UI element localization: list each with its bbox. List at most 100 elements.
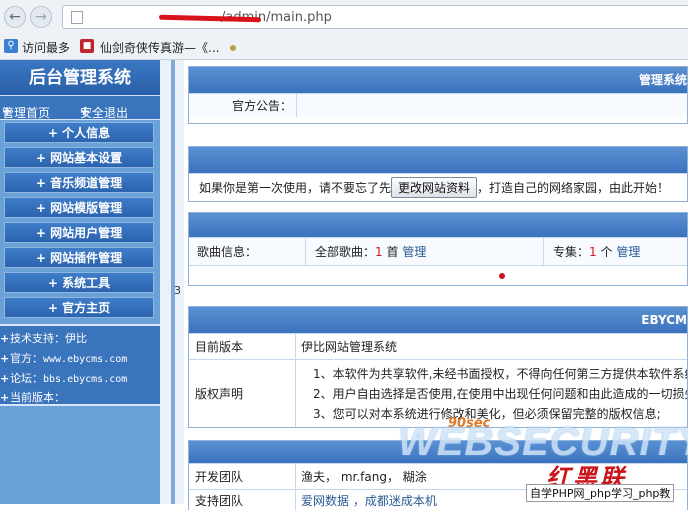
support-row: 支持团队 爱网数据 ，成都迷成本机: [189, 489, 687, 511]
plus-icon: +: [35, 226, 46, 240]
sidebar-item-profile[interactable]: + 个人信息: [4, 122, 154, 143]
bookmark-site-icon: ■: [80, 39, 94, 53]
panel-team: 开发团队 渔夫， mr.fang， 糊涂 支持团队 爱网数据 ，成都迷成本机: [188, 440, 688, 511]
copyright-line: 2、用户自由选择是否使用,在使用中出现任何问题和由此造成的一切损失: [313, 387, 687, 401]
bookmarks-bar: ⚲ 访问最多 ■ 仙剑奇侠传真游—《...: [0, 36, 688, 58]
home-label: 管理首页: [2, 106, 51, 120]
page-icon: [71, 11, 83, 24]
sidebar-item-templates[interactable]: + 网站模版管理: [4, 197, 154, 218]
forum-url-link[interactable]: bbs.ebycms.com: [43, 374, 127, 385]
forward-arrow-icon[interactable]: →: [30, 6, 52, 28]
copyright-line: 1、本软件为共享软件,未经书面授权，不得向任何第三方提供本软件系统: [313, 367, 687, 381]
panel-header: EBYCM: [189, 307, 687, 333]
sidebar-item-plugins[interactable]: + 网站插件管理: [4, 247, 154, 268]
copyright-row: 版权声明 1、本软件为共享软件,未经书面授权，不得向任何第三方提供本软件系统 2…: [189, 359, 687, 427]
sidebar-item-label: 系统工具: [62, 276, 111, 290]
panel-header: [189, 213, 687, 237]
panel-header: [189, 147, 687, 173]
albums: 专集： 1 个 管理: [553, 238, 640, 265]
team-value: 渔夫， mr.fang， 糊涂: [301, 470, 427, 484]
sidebar-title: 后台管理系统: [0, 60, 160, 96]
most-visited-icon: ⚲: [4, 39, 18, 53]
info-version: +当前版本：: [0, 389, 65, 405]
forum-label: 论坛：: [10, 372, 43, 385]
official-label: 官方：: [10, 352, 43, 365]
team-row: 开发团队 渔夫， mr.fang， 糊涂: [189, 463, 687, 489]
all-songs-count: 1: [375, 244, 383, 259]
support-value[interactable]: 爱网数据 ，成都迷成本机: [301, 490, 437, 511]
red-dot-icon: [499, 273, 505, 279]
plus-icon: +: [35, 176, 46, 190]
sidebar-item-music[interactable]: + 音乐频道管理: [4, 172, 154, 193]
plus-icon: +: [0, 391, 10, 404]
copyright-lines: 1、本软件为共享软件,未经书面授权，不得向任何第三方提供本软件系统 2、用户自由…: [313, 364, 687, 424]
plus-icon: +: [35, 201, 46, 215]
loading-dot-icon: [230, 45, 236, 51]
sidebar-item-label: 网站基本设置: [50, 151, 123, 165]
plus-icon: +: [0, 352, 10, 365]
plus-icon: +: [0, 332, 10, 345]
songs-footer-row: [189, 265, 687, 285]
info-official: +官方：www.ebycms.com: [0, 350, 127, 366]
divider: [295, 360, 296, 427]
sidebar-item-label: 网站插件管理: [50, 251, 123, 265]
sidebar-item-label: 官方主页: [62, 301, 111, 315]
plus-icon: +: [35, 151, 46, 165]
divider: [295, 464, 296, 489]
sidebar-item-homepage[interactable]: + 官方主页: [4, 297, 154, 318]
plus-icon: +: [47, 301, 58, 315]
welcome-after: ，打造自己的网络家园，由此开始！: [477, 181, 670, 195]
panel-header-text: 管理系统: [638, 73, 687, 87]
browser-chrome: ← → /admin/main.php ⚲ 访问最多 ■ 仙剑奇侠传真游—《..…: [0, 0, 688, 60]
divider: [295, 490, 296, 511]
welcome-row: 如果你是第一次使用，请不要忘了先 更改网站资料 ，打造自己的网络家园，由此开始！: [189, 173, 687, 201]
manage-albums-link[interactable]: 管理: [616, 243, 640, 260]
all-songs: 全部歌曲： 1 首 管理: [315, 238, 426, 265]
sidebar-item-label: 网站用户管理: [50, 226, 123, 240]
sidebar-info: +技术支持：伊比 +官方：www.ebycms.com +论坛：bbs.ebyc…: [0, 324, 160, 406]
official-url-link[interactable]: www.ebycms.com: [43, 354, 127, 365]
plus-icon: +: [35, 251, 46, 265]
songs-row: 歌曲信息： 全部歌曲： 1 首 管理 专集： 1 个 管理: [189, 237, 687, 265]
bookmark-game[interactable]: 仙剑奇侠传真游—《...: [100, 39, 219, 56]
sidebar-top-links: + 管理首页 + 安全退出: [0, 96, 160, 120]
sidebar-item-site-settings[interactable]: + 网站基本设置: [4, 147, 154, 168]
divider: [295, 334, 296, 359]
splitter-bar[interactable]: [171, 60, 175, 504]
album-count: 1: [589, 244, 597, 259]
address-bar[interactable]: /admin/main.php: [62, 5, 688, 29]
sidebar-item-users[interactable]: + 网站用户管理: [4, 222, 154, 243]
divider: [305, 238, 306, 265]
welcome-before: 如果你是第一次使用，请不要忘了先: [199, 181, 392, 195]
panel-welcome: 如果你是第一次使用，请不要忘了先 更改网站资料 ，打造自己的网络家园，由此开始！: [188, 146, 688, 202]
album-unit: 个: [600, 245, 613, 259]
support-text: 技术支持：伊比: [10, 332, 87, 345]
sidebar-item-tools[interactable]: + 系统工具: [4, 272, 154, 293]
back-arrow-icon[interactable]: ←: [4, 6, 26, 28]
edit-site-info-button[interactable]: 更改网站资料: [391, 177, 478, 198]
announcement-label: 官方公告：: [189, 94, 297, 117]
manage-songs-link[interactable]: 管理: [402, 243, 426, 260]
logout-label: 安全退出: [80, 106, 129, 120]
panel-announcement: 管理系统 官方公告：: [188, 66, 688, 124]
copyright-line: 3、您可以对本系统进行修改和美化，但必须保留完整的版权信息;: [313, 407, 661, 421]
frame-splitter[interactable]: 3: [160, 60, 184, 504]
version-row: 目前版本 伊比网站管理系统: [189, 333, 687, 359]
team-label: 开发团队: [195, 470, 244, 484]
welcome-text: 如果你是第一次使用，请不要忘了先 更改网站资料 ，打造自己的网络家园，由此开始！: [199, 174, 669, 201]
splitter-text: 3: [174, 284, 181, 297]
sidebar-item-label: 个人信息: [62, 126, 111, 140]
panel-header-text: EBYCM: [641, 313, 687, 327]
plus-icon: +: [47, 126, 58, 140]
panel-system-info: EBYCM 目前版本 伊比网站管理系统 版权声明 1、本软件为共享软件,未经书面…: [188, 306, 688, 428]
info-forum: +论坛：bbs.ebycms.com: [0, 370, 127, 386]
sidebar-item-label: 网站模版管理: [50, 201, 123, 215]
version-label: 当前版本：: [10, 391, 65, 404]
admin-sidebar: 后台管理系统 + 管理首页 + 安全退出 + 个人信息 + 网站基本设置 + 音乐频…: [0, 60, 160, 504]
copyright-label: 版权声明: [195, 387, 244, 401]
version-label: 目前版本: [195, 340, 244, 354]
version-value: 伊比网站管理系统: [301, 340, 398, 354]
plus-icon: +: [0, 372, 10, 385]
bookmark-most-visited[interactable]: 访问最多: [22, 39, 70, 56]
sidebar-item-label: 音乐频道管理: [50, 176, 123, 190]
